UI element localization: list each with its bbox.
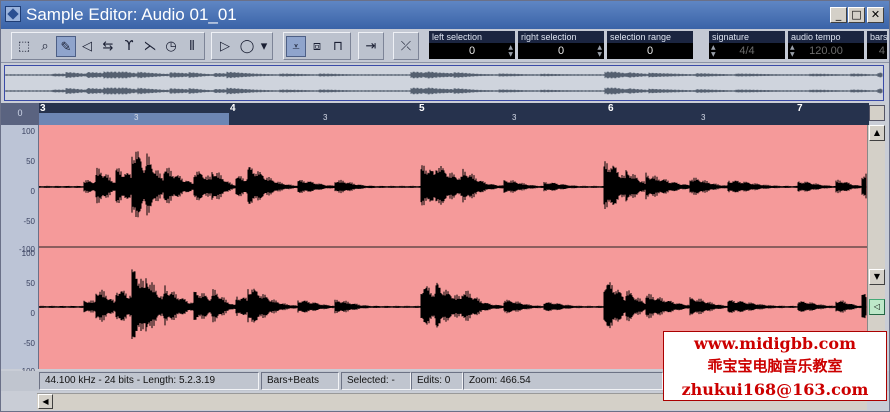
left-selection-label: left selection bbox=[429, 31, 515, 43]
scale-label-bottom: -50 bbox=[23, 339, 35, 348]
ruler-bar-label: 4 bbox=[230, 103, 236, 114]
ruler-corner: 0 bbox=[1, 103, 39, 125]
ruler-row: 0 3 4 5 6 7 3 3 3 3 bbox=[1, 103, 889, 125]
bars-field[interactable]: bars 4 bbox=[867, 31, 887, 61]
scroll-left-button[interactable]: ◀ bbox=[38, 394, 53, 409]
time-warp-icon[interactable]: ◷ bbox=[161, 36, 181, 57]
audio-tempo-field[interactable]: audio tempo 120.00 ▲ ▼ bbox=[788, 31, 864, 61]
ruler-beat-label: 3 bbox=[701, 113, 706, 122]
snap-to-zero-icon[interactable]: ⇥ bbox=[361, 36, 381, 57]
scale-label-bottom: 100 bbox=[21, 249, 35, 258]
audio-waveform-channel bbox=[38, 269, 867, 339]
play-tool-icon[interactable]: ◁ bbox=[77, 36, 97, 57]
scale-label-top: 100 bbox=[21, 127, 35, 136]
selection-range-field[interactable]: selection range 0 bbox=[607, 31, 693, 61]
window-title: Sample Editor: Audio 01_01 bbox=[26, 5, 237, 24]
audio-tempo-label: audio tempo bbox=[788, 31, 864, 43]
playback-group: ▷ ◯ ▾ bbox=[211, 32, 273, 60]
ruler-beat-label: 3 bbox=[512, 113, 517, 122]
snap-group: ⇥ bbox=[358, 32, 384, 60]
amplitude-scale: 100500-50-100100500-50-100 bbox=[1, 125, 39, 376]
right-selection-field[interactable]: right selection 0 ▲ ▼ bbox=[518, 31, 604, 61]
scale-label-bottom: 0 bbox=[30, 309, 35, 318]
watermark-stamp: www.midigbb.com 乖宝宝电脑音乐教室 zhukui168@163.… bbox=[663, 331, 887, 401]
scale-label-top: 50 bbox=[26, 157, 35, 166]
ruler-beat-label: 3 bbox=[323, 113, 328, 122]
ruler-bar-label: 7 bbox=[797, 103, 803, 114]
right-selection-value[interactable]: 0 bbox=[518, 43, 604, 59]
tool-group: ⬚ ⌕ ✎ ◁ ⇆ ϒ ⋋ ◷ ⦀ bbox=[11, 32, 205, 60]
watermark-url: www.midigbb.com bbox=[693, 334, 857, 353]
overview-channel bbox=[4, 71, 883, 79]
show-region-icon[interactable]: ⩡ bbox=[286, 36, 306, 57]
ruler-bar-label: 6 bbox=[608, 103, 614, 114]
overview-channel bbox=[4, 87, 883, 95]
left-selection-spinner[interactable]: ▲ ▼ bbox=[508, 44, 513, 58]
waveform-overview[interactable] bbox=[4, 65, 884, 101]
selection-range-value[interactable]: 0 bbox=[607, 43, 693, 59]
range-select-icon[interactable]: ⬚ bbox=[14, 36, 34, 57]
scale-label-bottom: 50 bbox=[26, 279, 35, 288]
autoscroll-group: ⤫ bbox=[393, 32, 419, 60]
zoom-info: Zoom: 466.54 bbox=[463, 372, 663, 390]
toolbar: ⬚ ⌕ ✎ ◁ ⇆ ϒ ⋋ ◷ ⦀ ▷ ◯ ▾ ⩡ ⧈ ⊓ ⇥ ⤫ left s… bbox=[1, 29, 889, 63]
close-button[interactable]: ✕ bbox=[867, 7, 884, 23]
scale-label-top: 0 bbox=[30, 187, 35, 196]
ruler-options-button[interactable] bbox=[869, 105, 885, 121]
scrub-icon[interactable]: ⇆ bbox=[98, 36, 118, 57]
show-snap-icon[interactable]: ⧈ bbox=[307, 36, 327, 57]
watermark-name: 乖宝宝电脑音乐教室 bbox=[707, 357, 843, 375]
maximize-button[interactable]: □ bbox=[848, 7, 865, 23]
bars-label: bars bbox=[867, 31, 887, 43]
ruler-beat-label: 3 bbox=[134, 113, 139, 122]
zoom-icon[interactable]: ⌕ bbox=[35, 36, 55, 57]
signature-field[interactable]: signature 4/4 ▲ ▼ bbox=[709, 31, 785, 61]
left-selection-value[interactable]: 0 bbox=[429, 43, 515, 59]
bars-value[interactable]: 4 bbox=[867, 43, 887, 59]
audio-waveform-channel bbox=[38, 151, 867, 218]
hitpoint-icon[interactable]: ϒ bbox=[119, 36, 139, 57]
app-icon[interactable] bbox=[5, 6, 21, 22]
right-selection-label: right selection bbox=[518, 31, 604, 43]
audio-format-info: 44.100 kHz - 24 bits - Length: 5.2.3.19 bbox=[39, 372, 259, 390]
signature-spinner[interactable]: ▲ ▼ bbox=[711, 44, 716, 58]
view-group: ⩡ ⧈ ⊓ bbox=[283, 32, 351, 60]
left-selection-field[interactable]: left selection 0 ▲ ▼ bbox=[429, 31, 515, 61]
loop-icon[interactable]: ◯ bbox=[237, 36, 257, 57]
overview-waveform bbox=[4, 71, 883, 95]
scroll-down-button[interactable]: ▼ bbox=[869, 269, 885, 285]
play-icon[interactable]: ▷ bbox=[215, 36, 235, 57]
signature-value[interactable]: 4/4 bbox=[709, 43, 785, 59]
selection-range-label: selection range bbox=[607, 31, 693, 43]
volume-slider[interactable]: ▾ bbox=[258, 36, 270, 57]
selected-info: Selected: - bbox=[341, 372, 411, 390]
ruler-bar-label: 3 bbox=[40, 103, 46, 114]
minimize-button[interactable]: _ bbox=[830, 7, 847, 23]
ruler-bar-label: 5 bbox=[419, 103, 425, 114]
scale-label-top: -50 bbox=[23, 217, 35, 226]
zoom-thumb-icon[interactable]: ◁ bbox=[869, 299, 885, 315]
pencil-icon[interactable]: ✎ bbox=[56, 36, 76, 57]
split-tool-icon[interactable]: ⋋ bbox=[140, 36, 160, 57]
signature-label: signature bbox=[709, 31, 785, 43]
timeline-ruler[interactable]: 3 4 5 6 7 3 3 3 3 bbox=[39, 103, 869, 125]
scroll-up-button[interactable]: ▲ bbox=[869, 125, 885, 141]
audio-tempo-spinner[interactable]: ▲ ▼ bbox=[790, 44, 795, 58]
title-bar[interactable]: Sample Editor: Audio 01_01 _ □ ✕ bbox=[1, 1, 889, 29]
show-markers-icon[interactable]: ⊓ bbox=[328, 36, 348, 57]
audio-tempo-value[interactable]: 120.00 bbox=[788, 43, 864, 59]
watermark-email: zhukui168@163.com bbox=[681, 380, 869, 399]
edits-info: Edits: 0 bbox=[411, 372, 463, 390]
time-format-selector[interactable]: Bars+Beats bbox=[261, 372, 339, 390]
grid-slice-icon[interactable]: ⦀ bbox=[182, 36, 202, 57]
auto-scroll-icon[interactable]: ⤫ bbox=[396, 36, 416, 57]
sample-editor-window: Sample Editor: Audio 01_01 _ □ ✕ ⬚ ⌕ ✎ ◁… bbox=[0, 0, 890, 412]
right-selection-spinner[interactable]: ▲ ▼ bbox=[597, 44, 602, 58]
